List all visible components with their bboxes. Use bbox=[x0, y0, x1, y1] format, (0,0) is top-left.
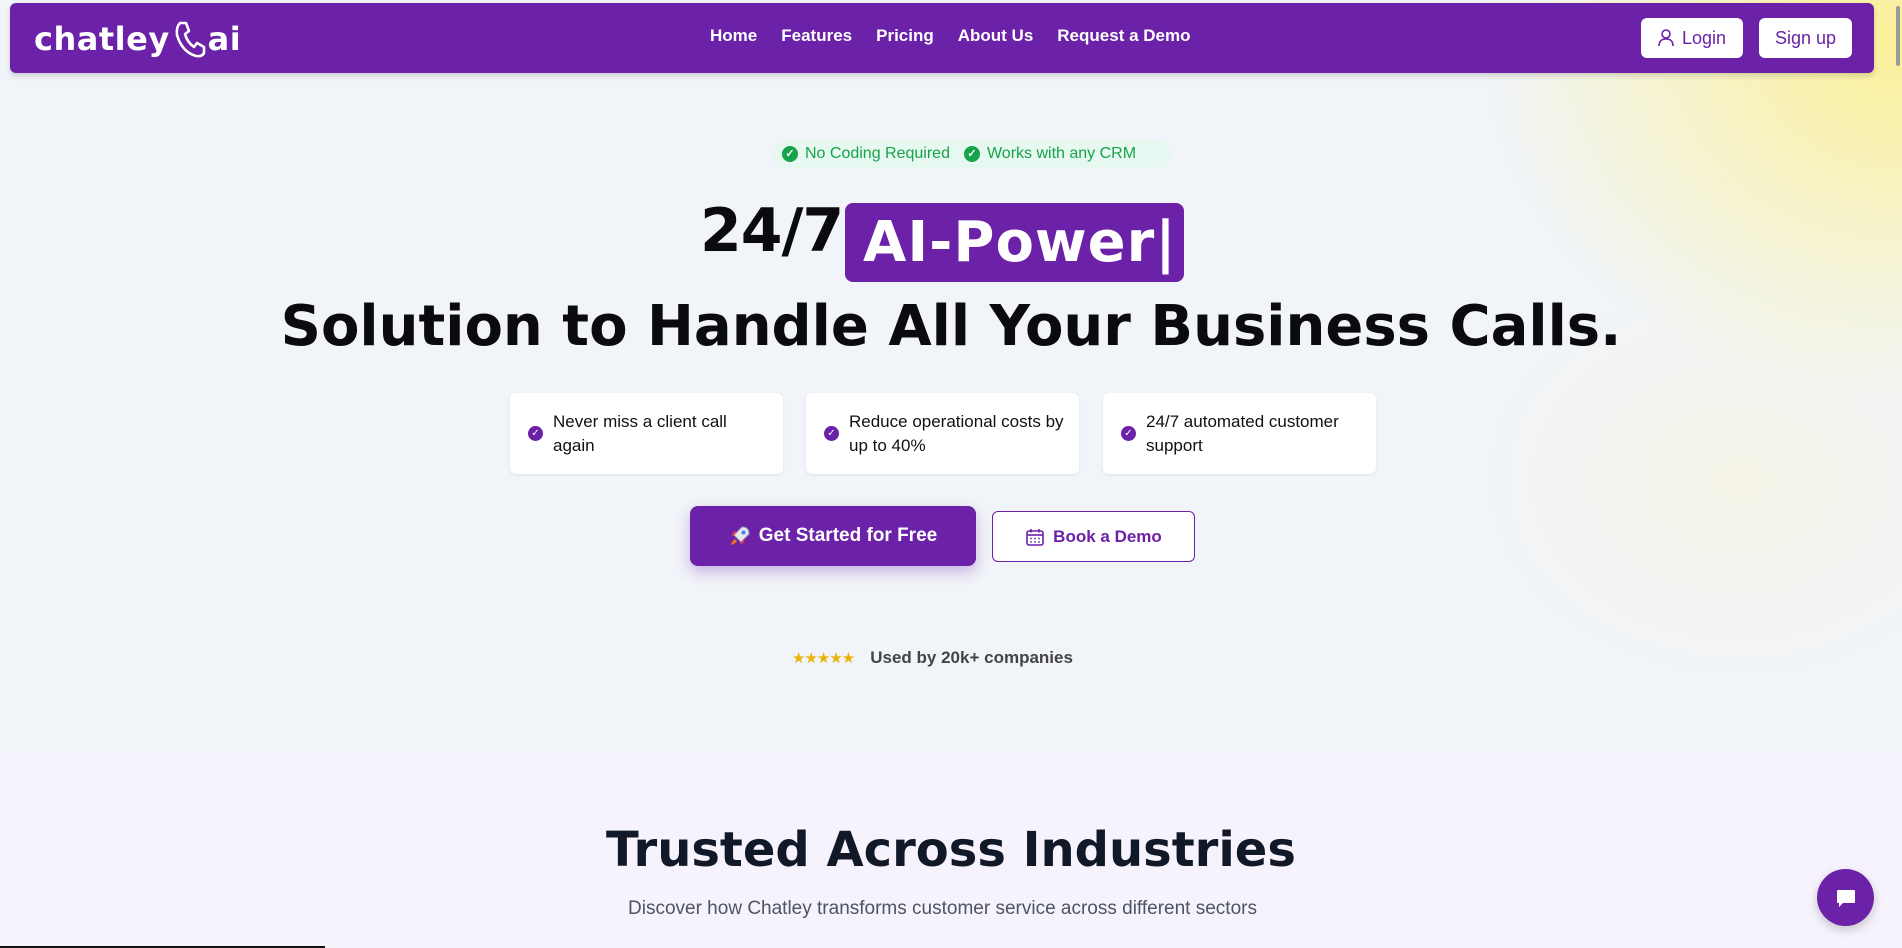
industries-subtitle: Discover how Chatley transforms customer… bbox=[628, 898, 1257, 919]
scrollbar-thumb[interactable] bbox=[1896, 6, 1900, 66]
user-icon bbox=[1658, 29, 1674, 47]
navbar: chatley ai Home Features Pricing About U… bbox=[10, 3, 1874, 73]
login-button[interactable]: Login bbox=[1641, 18, 1743, 58]
logo[interactable]: chatley ai bbox=[34, 17, 241, 61]
calendar-icon bbox=[1026, 528, 1044, 546]
feature-card: ✓ Reduce operational costs by up to 40% bbox=[806, 393, 1079, 474]
signup-label: Sign up bbox=[1774, 27, 1837, 48]
book-demo-label: Book a Demo bbox=[1053, 526, 1162, 546]
rating-stars: ★★★★★ bbox=[792, 649, 855, 667]
nav-request-demo[interactable]: Request a Demo bbox=[1057, 26, 1190, 46]
nav-about-us[interactable]: About Us bbox=[958, 26, 1034, 46]
social-proof-text: Used by 20k+ companies bbox=[870, 648, 1073, 667]
check-circle-icon: ✓ bbox=[824, 426, 839, 441]
book-demo-button[interactable]: Book a Demo bbox=[992, 511, 1195, 562]
badge-label: Works with any CRM bbox=[986, 145, 1137, 162]
logo-text-right: ai bbox=[207, 20, 242, 58]
feature-text: Never miss a client call again bbox=[553, 411, 727, 455]
nav-features[interactable]: Features bbox=[781, 26, 852, 46]
headline-typing-highlight: AI-Power| bbox=[845, 203, 1184, 282]
headline-main: Solution to Handle All Your Business Cal… bbox=[280, 294, 1622, 359]
check-circle-icon: ✓ bbox=[782, 146, 798, 162]
feature-card: ✓ 24/7 automated customer support bbox=[1103, 393, 1376, 474]
check-circle-icon: ✓ bbox=[963, 146, 980, 162]
rocket-icon bbox=[730, 526, 750, 545]
signup-button[interactable]: Sign up bbox=[1759, 18, 1852, 58]
login-label: Login bbox=[1681, 27, 1727, 48]
get-started-button[interactable]: Get Started for Free bbox=[690, 506, 976, 566]
nav-links: Home Features Pricing About Us Request a… bbox=[710, 26, 1190, 46]
headline-prefix: 24/7 bbox=[700, 196, 844, 266]
feature-text: 24/7 automated customer support bbox=[1146, 411, 1339, 455]
badge-no-coding: ✓ No Coding Required bbox=[782, 145, 950, 163]
hero-background bbox=[0, 0, 1902, 750]
hero-badges: ✓ No Coding Required ✓ Works with any CR… bbox=[772, 140, 1172, 168]
check-circle-icon: ✓ bbox=[528, 426, 543, 441]
feature-text: Reduce operational costs by up to 40% bbox=[849, 411, 1064, 455]
logo-text-left: chatley bbox=[34, 20, 170, 58]
phone-icon bbox=[175, 21, 205, 58]
badge-label: No Coding Required bbox=[805, 145, 950, 162]
chat-widget-button[interactable] bbox=[1817, 869, 1874, 926]
social-proof: ★★★★★ Used by 20k+ companies bbox=[792, 648, 1073, 668]
industries-title: Trusted Across Industries bbox=[606, 822, 1296, 878]
nav-pricing[interactable]: Pricing bbox=[876, 26, 934, 46]
chat-icon bbox=[1836, 889, 1855, 907]
get-started-label: Get Started for Free bbox=[758, 525, 938, 546]
badge-any-crm: ✓ Works with any CRM bbox=[963, 145, 1137, 163]
nav-home[interactable]: Home bbox=[710, 26, 757, 46]
check-circle-icon: ✓ bbox=[1121, 426, 1136, 441]
feature-card: ✓ Never miss a client call again bbox=[510, 393, 783, 474]
